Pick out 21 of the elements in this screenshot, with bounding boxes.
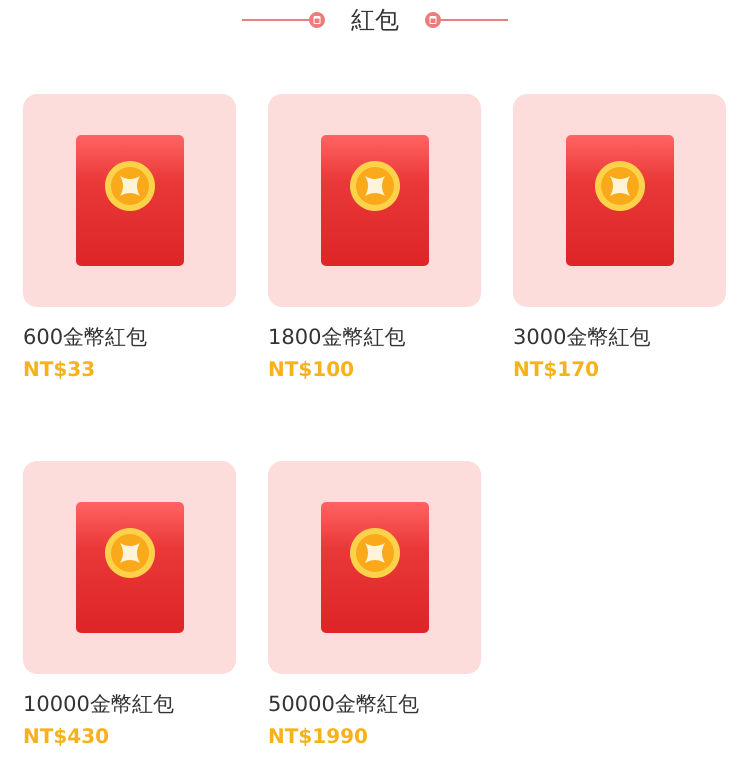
product-name: 600金幣紅包 (23, 324, 148, 351)
product-card[interactable] (23, 461, 236, 674)
product-name: 3000金幣紅包 (513, 324, 652, 351)
product-card[interactable] (268, 461, 481, 674)
gift-envelope-icon (320, 502, 428, 633)
product-card[interactable] (513, 94, 726, 307)
gift-envelope-icon (320, 135, 428, 266)
gift-envelope-icon (76, 135, 184, 266)
product-card[interactable] (23, 94, 236, 307)
product-price: NT$430 (23, 723, 110, 750)
product-price: NT$1990 (268, 723, 369, 750)
product-card[interactable] (268, 94, 481, 307)
product-name: 1800金幣紅包 (268, 324, 406, 351)
product-name: 50000金幣紅包 (268, 691, 420, 718)
product-name: 10000金幣紅包 (23, 691, 175, 718)
gift-envelope-icon (566, 135, 674, 266)
product-price: NT$170 (513, 356, 600, 383)
gift-envelope-icon (76, 502, 184, 633)
section-title: 紅包 (351, 5, 399, 36)
product-price: NT$33 (23, 356, 96, 383)
product-price: NT$100 (268, 356, 356, 383)
